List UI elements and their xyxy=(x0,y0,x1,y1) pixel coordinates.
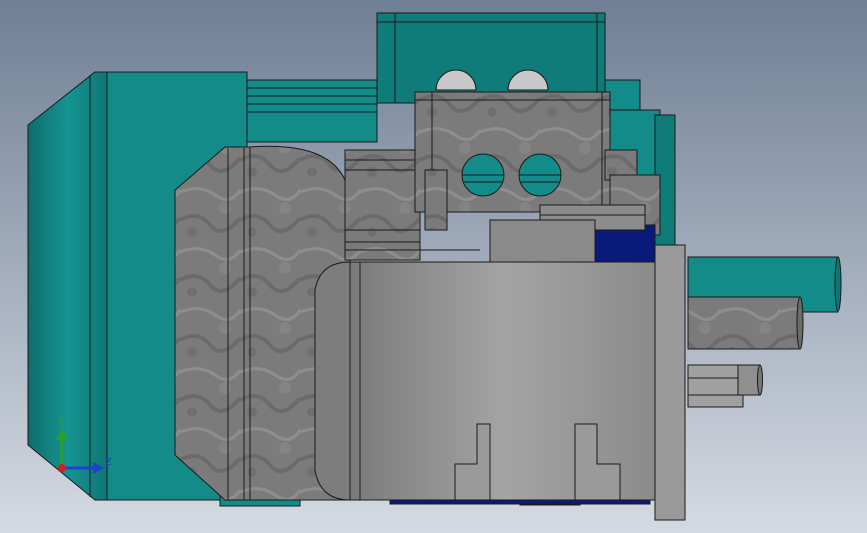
teal-terminal-box xyxy=(376,12,606,104)
axis-label-y: Y xyxy=(57,417,65,428)
stone-shaft xyxy=(687,296,801,350)
stone-end-cap xyxy=(174,146,251,501)
axis-label-z: Z xyxy=(105,457,112,468)
teal-end-cap xyxy=(27,71,108,501)
cad-viewport[interactable]: Y Z xyxy=(0,0,867,533)
teal-fins xyxy=(246,79,378,143)
gray-shaft xyxy=(687,364,744,408)
gray-flange xyxy=(654,244,686,521)
motor-assembly-model[interactable]: Y Z xyxy=(0,0,867,533)
